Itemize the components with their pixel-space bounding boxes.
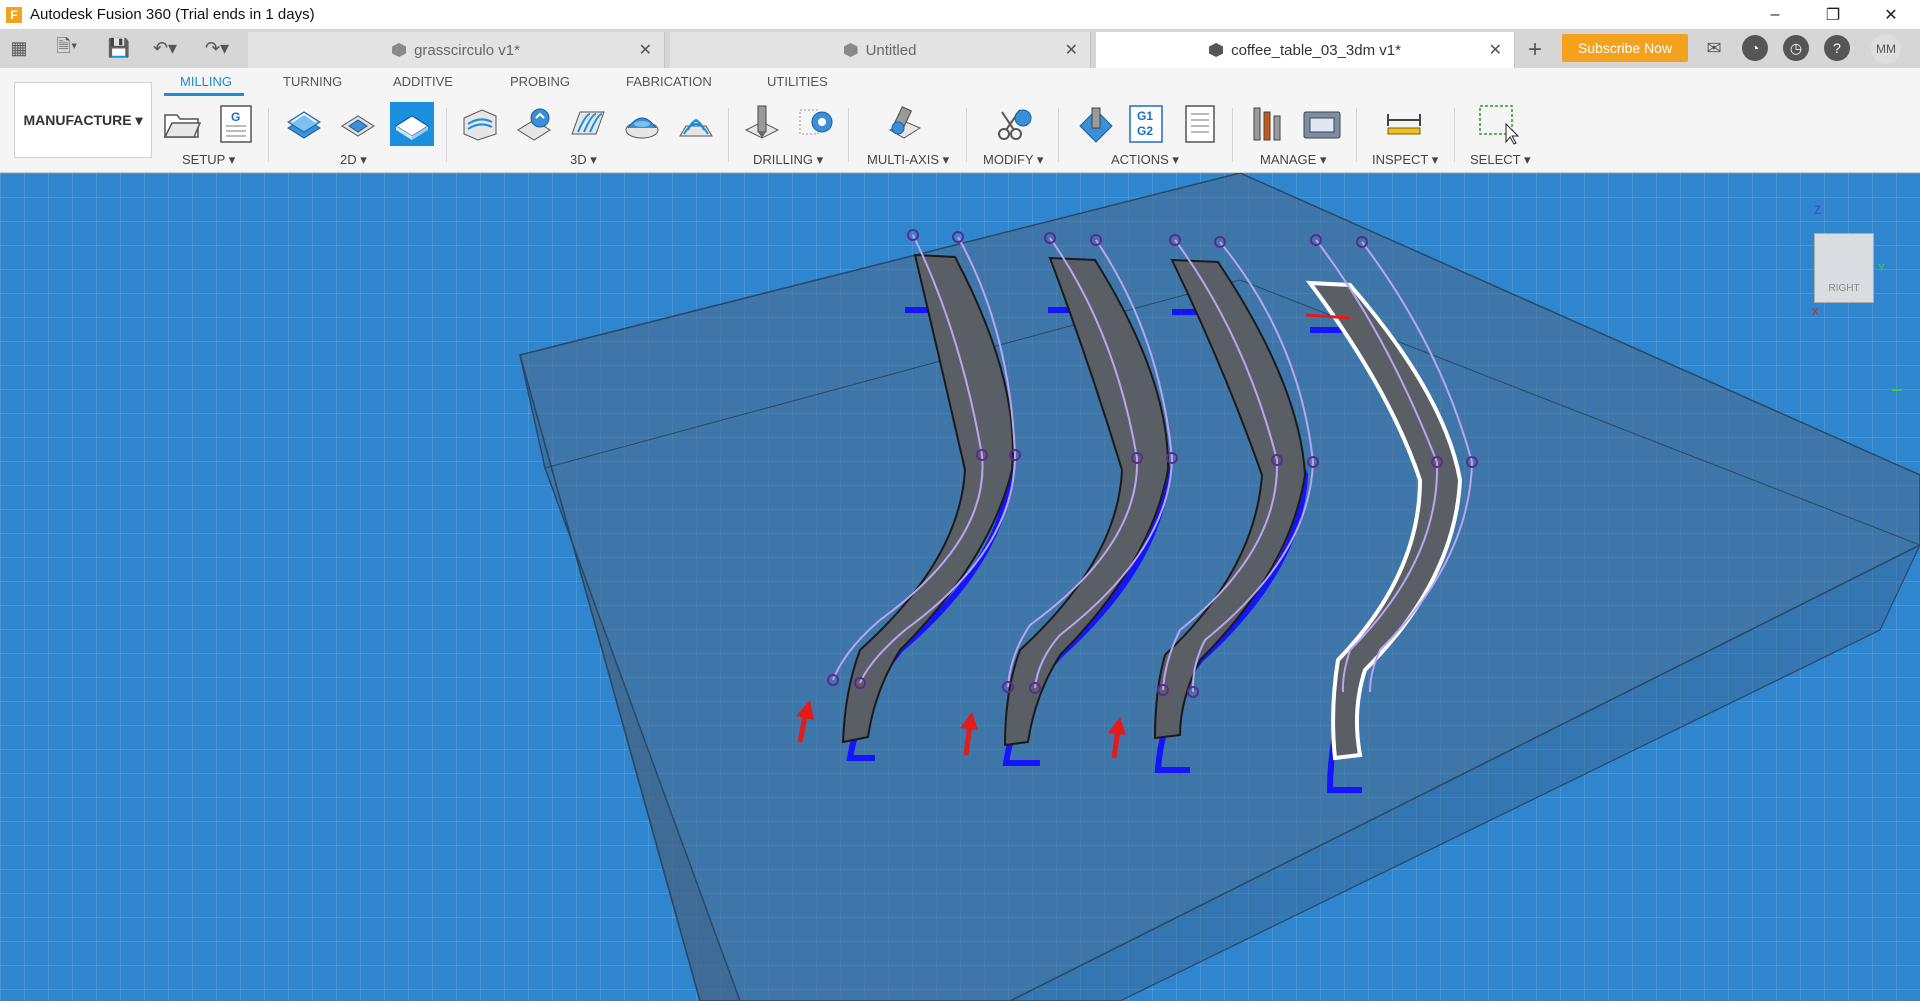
window-select-icon[interactable] [1476,102,1520,146]
view-cube-face-label: RIGHT [1828,283,1860,294]
setup-sheet-icon[interactable] [1178,102,1222,146]
3d-radial-icon[interactable] [620,102,664,146]
undo-icon[interactable]: ↶▾ [144,29,186,68]
document-tab-grasscirculo[interactable]: grasscirculo v1* ✕ [248,32,665,68]
document-tab-bar: ▦ 🗎▾ 💾 ↶▾ ↷▾ grasscirculo v1* ✕ Untitled… [0,29,1920,68]
manage-group-label[interactable]: MANAGE ▾ [1260,152,1326,168]
view-cube-face[interactable]: RIGHT [1814,233,1874,303]
close-tab-icon[interactable]: ✕ [639,40,652,60]
group-divider [1454,108,1455,162]
job-status-icon[interactable]: ◔ [1742,35,1768,61]
document-tab-untitled[interactable]: Untitled ✕ [670,32,1091,68]
group-divider [1356,108,1357,162]
document-cube-icon [392,43,407,57]
hole-recognition-icon[interactable] [794,102,838,146]
3d-group-label[interactable]: 3D ▾ [570,152,597,168]
z-axis-label: Z [1814,203,1822,217]
group-divider [966,108,967,162]
modify-scissors-icon[interactable] [992,102,1036,146]
group-divider [446,108,447,162]
view-cube[interactable]: Z RIGHT X Y [1812,203,1885,318]
nc-program-icon[interactable]: G [214,102,258,146]
new-tab-button[interactable]: + [1520,35,1550,65]
simulate-icon[interactable] [1074,102,1118,146]
x-axis-label: X [1812,307,1819,318]
notifications-icon[interactable]: ✉ [1701,35,1727,61]
measure-icon[interactable] [1382,102,1426,146]
minimize-button[interactable]: – [1746,0,1804,29]
tab-additive[interactable]: ADDITIVE [393,74,453,89]
machine-library-icon[interactable] [1300,102,1344,146]
modify-group-label[interactable]: MODIFY ▾ [983,152,1043,168]
history-icon[interactable]: ◷ [1783,35,1809,61]
ribbon-toolbar: MANUFACTURE ▾ MILLING TURNING ADDITIVE P… [0,68,1920,173]
close-window-button[interactable]: ✕ [1862,0,1920,29]
post-process-icon[interactable]: G1 G2 [1124,102,1168,146]
graphics-viewport[interactable]: Z RIGHT X Y [0,173,1920,1001]
restore-button[interactable]: ❐ [1804,0,1862,29]
drilling-group-label[interactable]: DRILLING ▾ [753,152,823,168]
title-bar: F Autodesk Fusion 360 (Trial ends in 1 d… [0,0,1920,29]
close-tab-icon[interactable]: ✕ [1065,40,1078,60]
subscribe-now-button[interactable]: Subscribe Now [1562,34,1688,62]
post-process-g1: G1 [1137,109,1154,123]
tab-label: grasscirculo v1* [414,41,520,59]
setup-folder-icon[interactable] [160,102,204,146]
2d-group-label[interactable]: 2D ▾ [340,152,367,168]
multi-axis-icon[interactable] [882,102,926,146]
file-menu-icon[interactable]: 🗎▾ [46,29,88,68]
document-tab-coffee-table[interactable]: coffee_table_03_3dm v1* ✕ [1096,32,1515,68]
face-icon[interactable] [390,102,434,146]
y-axis-label: Y [1878,263,1885,274]
close-tab-icon[interactable]: ✕ [1489,40,1502,60]
tab-fabrication[interactable]: FABRICATION [626,74,712,89]
group-divider [728,108,729,162]
apps-grid-icon[interactable]: ▦ [4,29,34,68]
actions-group-label[interactable]: ACTIONS ▾ [1111,152,1179,168]
tab-probing[interactable]: PROBING [510,74,570,89]
3d-scallop-icon[interactable] [674,102,718,146]
group-divider [1058,108,1059,162]
tool-library-icon[interactable] [1246,102,1290,146]
tab-utilities[interactable]: UTILITIES [767,74,828,89]
group-divider [848,108,849,162]
fusion-logo-icon: F [6,6,22,23]
tab-label: coffee_table_03_3dm v1* [1231,41,1401,59]
2d-pocket-icon[interactable] [336,102,380,146]
2d-adaptive-icon[interactable] [282,102,326,146]
post-process-g2: G2 [1137,124,1154,138]
tab-milling[interactable]: MILLING [180,74,232,89]
workspace-switcher[interactable]: MANUFACTURE ▾ [14,82,152,158]
drill-icon[interactable] [740,102,784,146]
save-icon[interactable]: 💾 [104,29,134,68]
help-icon[interactable]: ? [1824,35,1850,61]
document-cube-icon [1209,43,1224,57]
model-canvas[interactable] [0,173,1920,1001]
setup-group-label[interactable]: SETUP ▾ [182,152,235,168]
redo-icon[interactable]: ↷▾ [196,29,238,68]
nc-program-label: G [231,110,241,124]
tab-turning[interactable]: TURNING [283,74,342,89]
document-cube-icon [843,43,858,57]
multi-axis-group-label[interactable]: MULTI-AXIS ▾ [867,152,949,168]
user-avatar[interactable]: MM [1871,34,1901,64]
3d-pocket-icon[interactable] [512,102,556,146]
tab-label: Untitled [865,41,917,59]
group-divider [268,108,269,162]
window-title: Autodesk Fusion 360 (Trial ends in 1 day… [30,6,315,23]
3d-steep-shallow-icon[interactable] [566,102,610,146]
group-divider [1232,108,1233,162]
select-group-label[interactable]: SELECT ▾ [1470,152,1530,168]
inspect-group-label[interactable]: INSPECT ▾ [1372,152,1438,168]
3d-adaptive-icon[interactable] [458,102,502,146]
active-tab-indicator [164,93,244,96]
